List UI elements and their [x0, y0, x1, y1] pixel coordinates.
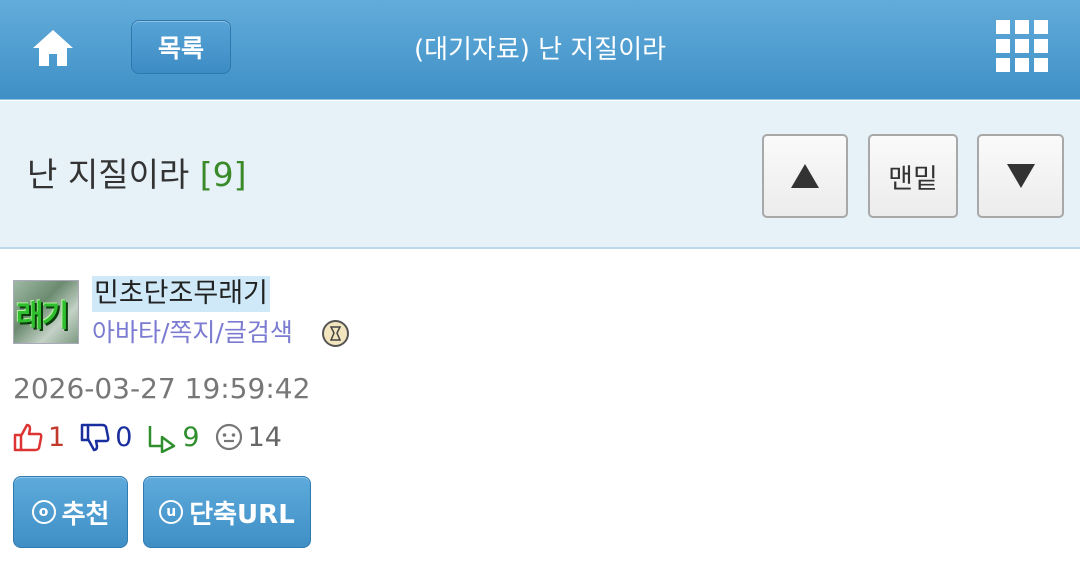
avatar[interactable]: 래기: [13, 280, 79, 344]
post-title: 난 지질이라 [9]: [27, 153, 247, 197]
upvote-count: 1: [48, 421, 66, 453]
reply-arrow-icon: [149, 426, 176, 453]
level-badge-icon: [322, 320, 349, 347]
triangle-up-icon: [791, 164, 819, 188]
upvote-stat[interactable]: 1: [12, 421, 65, 453]
post-title-text: 난 지질이라: [27, 155, 190, 194]
comment-count[interactable]: [9]: [200, 155, 247, 194]
page-title: (대기자료) 난 지질이라: [413, 35, 667, 65]
scroll-bottom-button[interactable]: 맨밑: [868, 134, 958, 218]
circle-u-icon: u: [159, 500, 184, 524]
view-stat: 14: [214, 422, 282, 453]
short-url-label: 단축URL: [189, 499, 295, 530]
circle-o-icon: o: [31, 500, 56, 524]
downvote-stat[interactable]: 0: [79, 421, 132, 453]
reply-stat[interactable]: 9: [146, 421, 200, 453]
list-button[interactable]: 목록: [131, 20, 231, 74]
home-icon[interactable]: [30, 26, 76, 70]
author-name[interactable]: 민초단조무래기: [92, 276, 270, 312]
avatar-text: 래기: [16, 299, 69, 334]
author-links[interactable]: 아바타/쪽지/글검색: [92, 317, 293, 349]
thumbs-up-icon: [13, 423, 43, 452]
recommend-label: 추천: [61, 499, 110, 530]
top-navigation-bar: 목록 (대기자료) 난 지질이라: [0, 0, 1080, 100]
thumbs-down-icon: [80, 423, 110, 452]
grid-menu-icon[interactable]: [996, 20, 1048, 74]
post-header: 난 지질이라 [9] 맨밑: [0, 101, 1080, 249]
recommend-button[interactable]: o 추천: [13, 476, 128, 548]
downvote-count: 0: [115, 421, 133, 453]
short-url-button[interactable]: u 단축URL: [143, 476, 311, 548]
post-stats: 1 0 9 14: [12, 419, 296, 455]
smiley-icon: [215, 423, 242, 451]
view-count: 14: [247, 421, 282, 453]
reply-count: 9: [182, 421, 200, 453]
scroll-down-button[interactable]: [977, 134, 1064, 218]
triangle-down-icon: [1006, 164, 1035, 188]
scroll-up-button[interactable]: [762, 134, 848, 218]
post-timestamp: 2026-03-27 19:59:42: [13, 372, 311, 405]
